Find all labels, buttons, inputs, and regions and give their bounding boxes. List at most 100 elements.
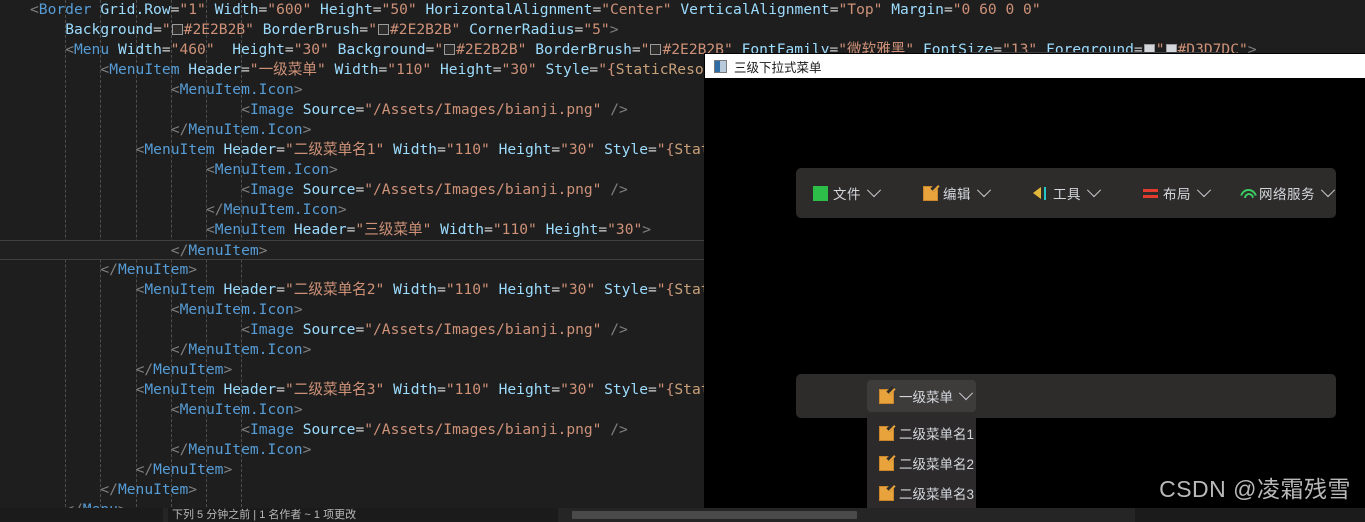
code-token: =: [943, 1, 953, 18]
code-token: "Top": [838, 1, 883, 18]
code-token: MenuItem: [144, 281, 215, 298]
dropdown-item-1[interactable]: 二级菜单名1: [867, 418, 976, 448]
code-token: Height: [232, 41, 285, 58]
dropdown-item-3[interactable]: 二级菜单名3: [867, 478, 976, 508]
code-token: =: [258, 1, 268, 18]
code-token: "/Assets/Images/bianji.png": [364, 181, 602, 198]
code-token: MenuItem: [214, 221, 286, 238]
code-token: Header: [223, 141, 277, 158]
code-token: Source: [302, 321, 356, 338]
code-token: HorizontalAlignment: [425, 1, 593, 18]
color-swatch: [444, 44, 456, 55]
code-token: "110": [445, 141, 490, 158]
code-token: MenuItem.Icon: [188, 121, 303, 138]
code-token: Width: [393, 141, 438, 158]
window-icon: [714, 59, 727, 73]
code-token: />: [610, 421, 628, 438]
chevron-down-icon: [1086, 183, 1102, 198]
code-token: >: [188, 261, 198, 278]
code-token: Style: [604, 281, 648, 298]
code-token: =: [574, 21, 584, 38]
menu-item-2[interactable]: 编辑: [901, 178, 1011, 208]
color-swatch: [378, 24, 389, 35]
code-token: "110": [445, 381, 490, 398]
code-token: Style: [545, 61, 590, 78]
code-token: <: [241, 101, 250, 118]
code-token: "{: [656, 141, 675, 158]
menu-item-4[interactable]: 布局: [1121, 178, 1231, 208]
code-token: />: [610, 181, 628, 198]
menu-item-1[interactable]: 文件: [791, 178, 901, 208]
code-token: "110": [492, 221, 537, 238]
code-token: "30": [560, 141, 596, 158]
code-token: CornerRadius: [469, 21, 575, 38]
code-token: =: [284, 41, 294, 58]
code-token: MenuItem.Icon: [188, 441, 303, 458]
code-token: "460": [170, 41, 215, 58]
menu-item-5[interactable]: 网络服务: [1231, 178, 1341, 208]
code-token: <: [100, 61, 110, 78]
code-token: <: [241, 181, 250, 198]
menu-item-label: 布局: [1163, 187, 1191, 202]
code-token: >: [223, 461, 233, 478]
code-token: </: [170, 441, 189, 458]
code-token: "110": [387, 61, 432, 78]
code-line[interactable]: <Border Grid.Row="1" Width="600" Height=…: [0, 0, 1365, 20]
code-token: #2E2B2B": [390, 21, 461, 38]
code-token: =: [359, 21, 369, 38]
app-window-title: 三级下拉式菜单: [734, 60, 822, 75]
menu-item-label: 工具: [1053, 187, 1081, 202]
code-token: >: [293, 401, 303, 418]
code-token: =: [592, 1, 602, 18]
code-token: "30": [560, 281, 596, 298]
code-token: "30": [501, 61, 537, 78]
edit-icon: [879, 485, 894, 501]
dropdown-root-menuitem[interactable]: 一级菜单: [867, 380, 976, 412]
dropdown-menu-list[interactable]: 二级菜单名1 二级菜单名2 二级菜单名3: [867, 414, 976, 510]
code-token: ": [434, 41, 444, 58]
chevron-down-icon: [866, 183, 882, 198]
code-token: VerticalAlignment: [680, 1, 830, 18]
code-token: =: [355, 321, 365, 338]
menu-item-3[interactable]: 工具: [1011, 178, 1121, 208]
chevron-down-icon: [976, 183, 992, 198]
code-token: "5": [583, 21, 610, 38]
code-token: =: [372, 1, 382, 18]
code-token: </: [170, 121, 189, 138]
code-token: >: [258, 242, 268, 259]
code-line[interactable]: Background=" #2E2B2B" BorderBrush=" #2E2B2…: [0, 20, 1365, 40]
code-token: =: [161, 41, 171, 58]
code-token: MenuItem.Icon: [223, 201, 338, 218]
code-token: "30": [607, 221, 643, 238]
code-token: >: [302, 341, 312, 358]
app-menu-bar[interactable]: 文件 编辑 工具 布局 网络服务: [796, 168, 1336, 218]
code-token: ": [368, 21, 377, 38]
code-token: Image: [249, 321, 294, 338]
code-token: "{: [656, 281, 675, 298]
code-token: Height: [440, 61, 493, 78]
app-canvas: 文件 编辑 工具 布局 网络服务 一级菜单 二级菜单名1 二级菜单名2 二级菜单名3: [705, 78, 1365, 510]
code-token: MenuItem: [117, 261, 189, 278]
code-token: >: [188, 481, 198, 498]
code-token: Width: [393, 381, 438, 398]
code-token: </: [170, 242, 189, 259]
code-token: =: [648, 141, 657, 158]
dropdown-item-2[interactable]: 二级菜单名2: [867, 448, 976, 478]
code-token: ": [161, 21, 171, 38]
code-token: =: [551, 281, 561, 298]
code-token: Width: [117, 41, 162, 58]
code-token: MenuItem: [117, 481, 189, 498]
code-token: "1": [179, 1, 206, 18]
app-title-bar[interactable]: 三级下拉式菜单: [705, 54, 1365, 78]
code-token: "{: [656, 381, 675, 398]
code-token: "600": [267, 1, 312, 18]
